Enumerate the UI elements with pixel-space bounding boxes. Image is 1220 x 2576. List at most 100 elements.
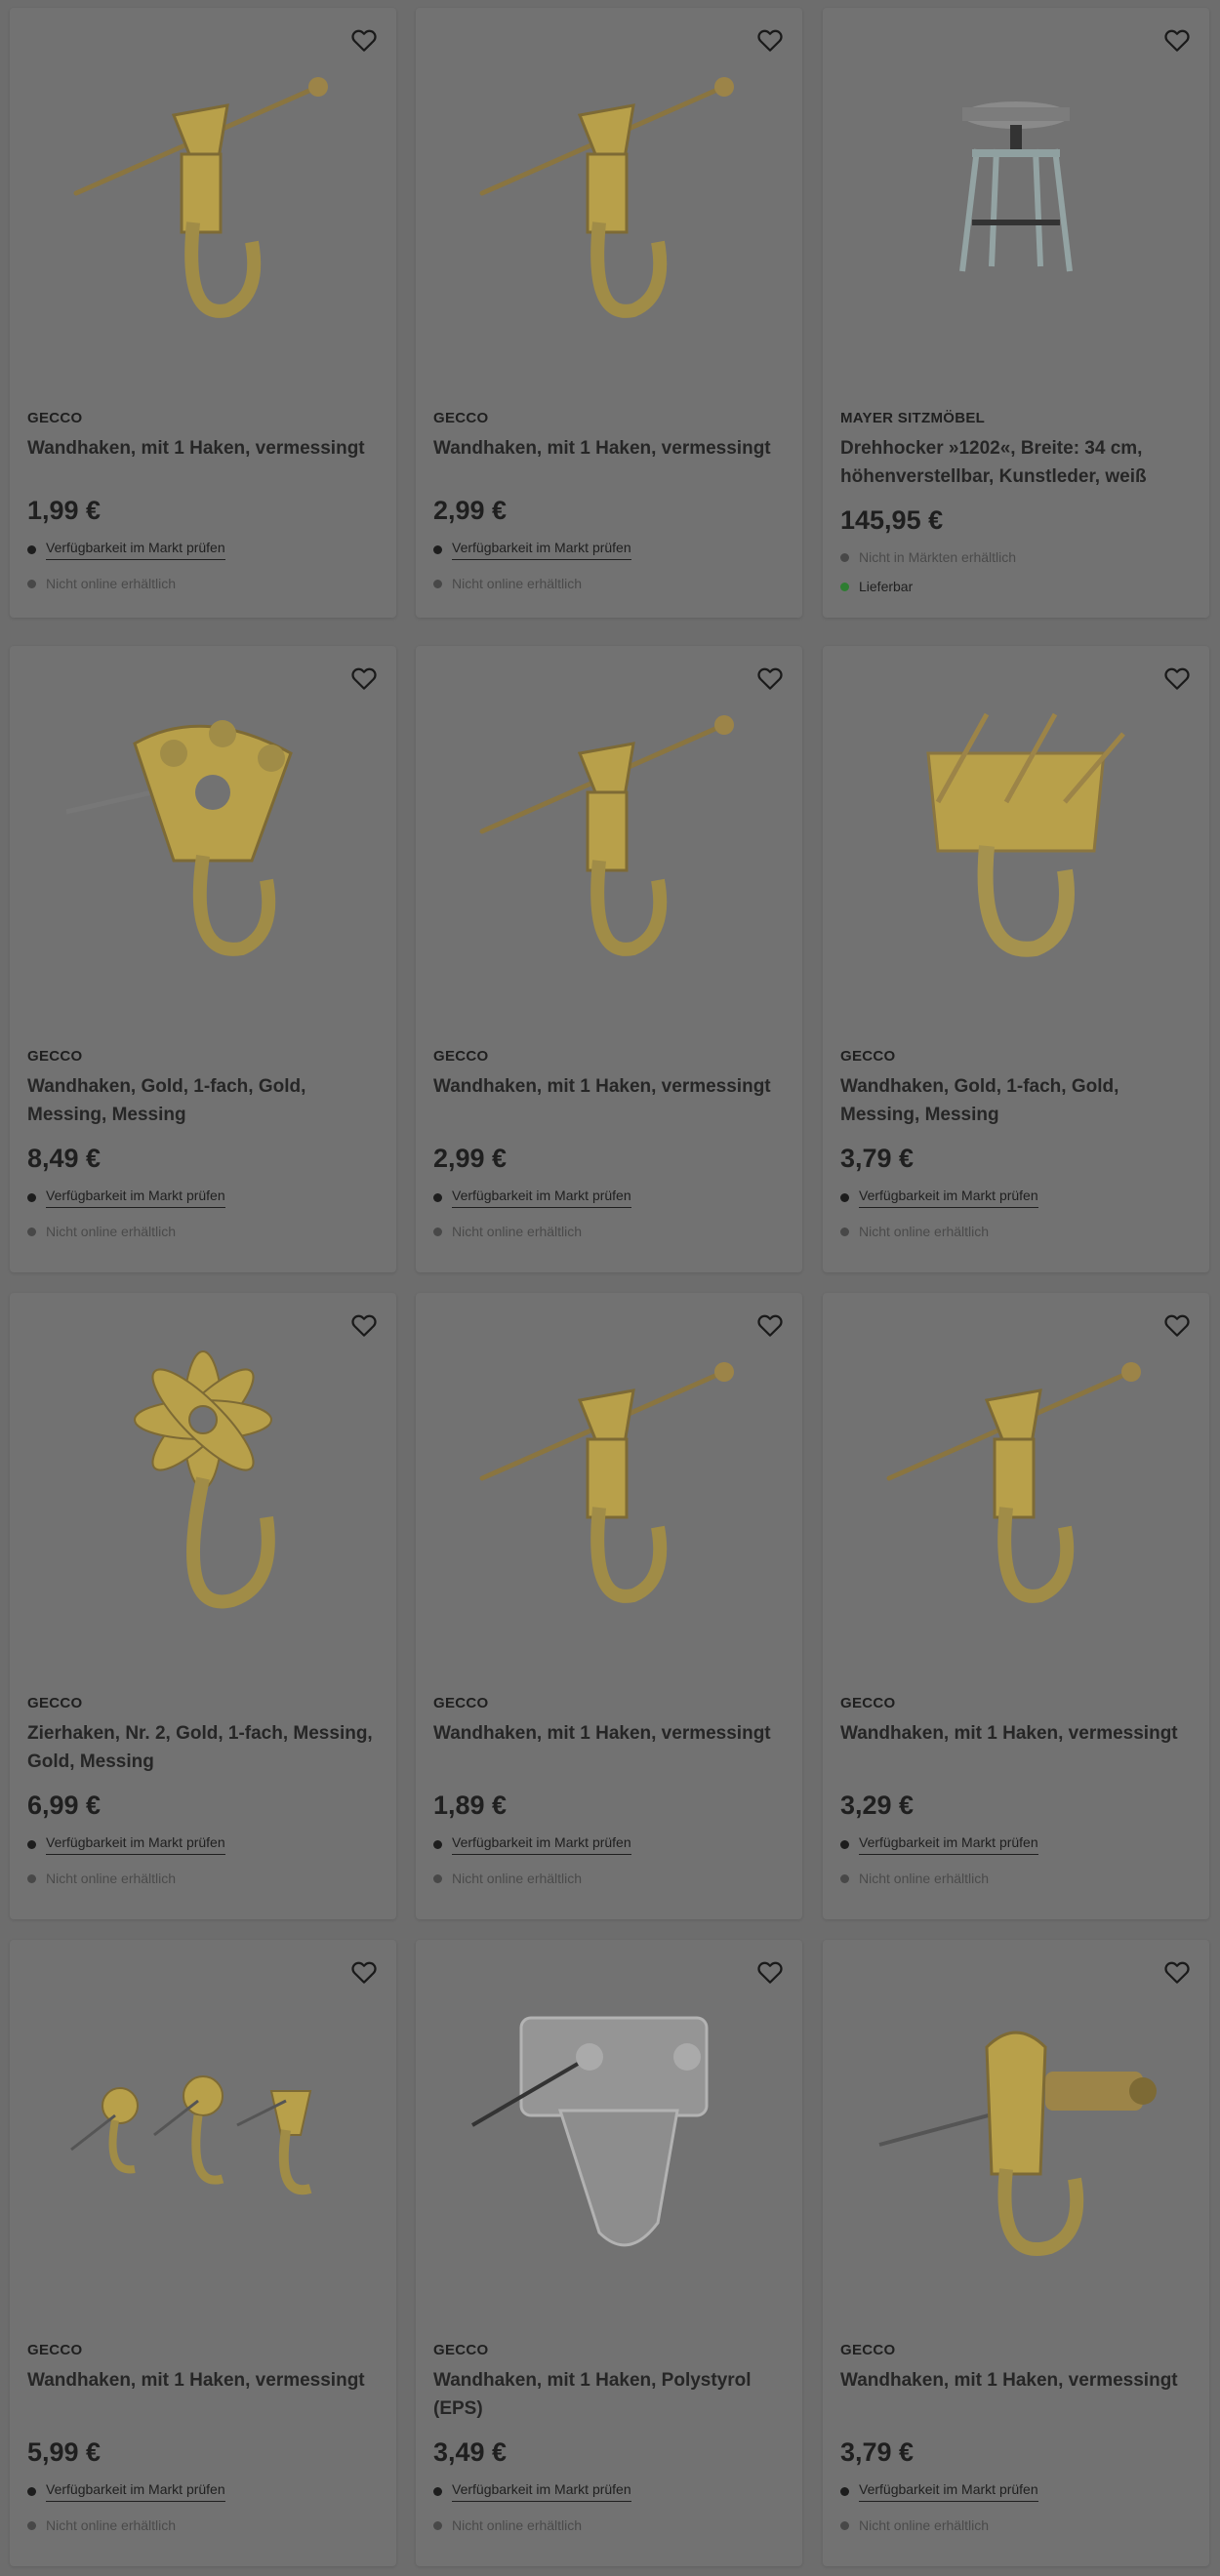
product-price: 6,99 €: [27, 1791, 102, 1820]
availability-line-1[interactable]: Verfügbarkeit im Markt prüfen: [27, 2481, 225, 2502]
product-title[interactable]: Wandhaken, mit 1 Haken, vermessingt: [433, 1072, 785, 1129]
check-store-availability-link[interactable]: Verfügbarkeit im Markt prüfen: [46, 1834, 225, 1855]
check-store-availability-link[interactable]: Verfügbarkeit im Markt prüfen: [859, 2481, 1038, 2502]
check-store-availability-link[interactable]: Verfügbarkeit im Markt prüfen: [46, 540, 225, 560]
availability-line-1[interactable]: Verfügbarkeit im Markt prüfen: [433, 540, 631, 560]
check-store-availability-link[interactable]: Verfügbarkeit im Markt prüfen: [859, 1187, 1038, 1208]
product-card[interactable]: GECCO Wandhaken, mit 1 Haken, vermessing…: [416, 1293, 802, 1919]
heart-icon[interactable]: [347, 1308, 381, 1342]
product-title[interactable]: Zierhaken, Nr. 2, Gold, 1-fach, Messing,…: [27, 1719, 379, 1776]
product-title[interactable]: Wandhaken, mit 1 Haken, vermessingt: [27, 434, 379, 491]
availability-line-1[interactable]: Verfügbarkeit im Markt prüfen: [840, 1187, 1038, 1208]
check-store-availability-link[interactable]: Verfügbarkeit im Markt prüfen: [452, 1834, 631, 1855]
product-title[interactable]: Wandhaken, mit 1 Haken, vermessingt: [840, 1719, 1192, 1776]
availability-line-1[interactable]: Verfügbarkeit im Markt prüfen: [27, 540, 225, 560]
product-card[interactable]: GECCO Wandhaken, Gold, 1-fach, Gold, Mes…: [10, 646, 396, 1272]
product-card[interactable]: GECCO Wandhaken, mit 1 Haken, vermessing…: [10, 1940, 396, 2566]
product-image[interactable]: [823, 1293, 1209, 1664]
availability-line-1[interactable]: Verfügbarkeit im Markt prüfen: [433, 2481, 631, 2502]
product-image[interactable]: [10, 1293, 396, 1664]
online-availability-text: Nicht online erhältlich: [859, 2517, 990, 2533]
product-brand: GECCO: [433, 2342, 489, 2358]
check-store-availability-link[interactable]: Verfügbarkeit im Markt prüfen: [46, 2481, 225, 2502]
availability-line-1[interactable]: Verfügbarkeit im Markt prüfen: [840, 2481, 1038, 2502]
product-image[interactable]: [10, 8, 396, 379]
check-store-availability-link[interactable]: Verfügbarkeit im Markt prüfen: [452, 540, 631, 560]
product-image[interactable]: [10, 1940, 396, 2311]
heart-icon[interactable]: [753, 662, 787, 695]
product-card[interactable]: GECCO Wandhaken, mit 1 Haken, Polystyrol…: [416, 1940, 802, 2566]
heart-icon[interactable]: [347, 23, 381, 57]
product-image[interactable]: [416, 8, 802, 379]
status-dot: [27, 1840, 36, 1849]
product-image[interactable]: [823, 8, 1209, 379]
product-card[interactable]: GECCO Zierhaken, Nr. 2, Gold, 1-fach, Me…: [10, 1293, 396, 1919]
heart-icon[interactable]: [1160, 662, 1194, 695]
check-store-availability-link[interactable]: Verfügbarkeit im Markt prüfen: [46, 1187, 225, 1208]
product-price: 145,95 €: [840, 505, 944, 535]
availability-line-1[interactable]: Verfügbarkeit im Markt prüfen: [840, 1834, 1038, 1855]
heart-icon[interactable]: [1160, 23, 1194, 57]
status-dot: [840, 1840, 849, 1849]
product-title[interactable]: Wandhaken, mit 1 Haken, Polystyrol (EPS): [433, 2366, 785, 2423]
availability-line-1[interactable]: Verfügbarkeit im Markt prüfen: [27, 1834, 225, 1855]
availability-line-2: Nicht online erhältlich: [27, 576, 176, 591]
product-image[interactable]: [416, 1940, 802, 2311]
product-brand: GECCO: [433, 410, 489, 426]
status-dot: [433, 579, 442, 588]
product-card[interactable]: GECCO Wandhaken, Gold, 1-fach, Gold, Mes…: [823, 646, 1209, 1272]
heart-icon[interactable]: [1160, 1308, 1194, 1342]
availability-line-2: Nicht online erhältlich: [27, 2517, 176, 2533]
product-grid: GECCO Wandhaken, mit 1 Haken, vermessing…: [0, 0, 1220, 2576]
heart-icon[interactable]: [753, 1308, 787, 1342]
status-dot: [433, 545, 442, 554]
product-price: 5,99 €: [27, 2437, 102, 2467]
product-card[interactable]: GECCO Wandhaken, mit 1 Haken, vermessing…: [823, 1293, 1209, 1919]
availability-line-1[interactable]: Verfügbarkeit im Markt prüfen: [433, 1834, 631, 1855]
product-image[interactable]: [416, 646, 802, 1017]
availability-line-2: Nicht online erhältlich: [433, 1224, 582, 1239]
heart-icon[interactable]: [347, 1955, 381, 1989]
product-image[interactable]: [416, 1293, 802, 1664]
check-store-availability-link[interactable]: Verfügbarkeit im Markt prüfen: [452, 1187, 631, 1208]
product-title[interactable]: Wandhaken, mit 1 Haken, vermessingt: [433, 1719, 785, 1776]
heart-icon[interactable]: [1160, 1955, 1194, 1989]
product-price: 3,79 €: [840, 2437, 915, 2467]
status-dot: [27, 545, 36, 554]
online-availability-text: Nicht online erhältlich: [46, 1224, 177, 1239]
heart-icon[interactable]: [753, 1955, 787, 1989]
product-price: 1,89 €: [433, 1791, 508, 1820]
online-availability-text: Nicht online erhältlich: [859, 1871, 990, 1886]
check-store-availability-link[interactable]: Verfügbarkeit im Markt prüfen: [452, 2481, 631, 2502]
product-price: 3,29 €: [840, 1791, 915, 1820]
product-title[interactable]: Drehhocker »1202«, Breite: 34 cm, höhenv…: [840, 434, 1192, 491]
availability-line-2: Nicht online erhältlich: [27, 1871, 176, 1886]
product-brand: MAYER SITZMÖBEL: [840, 410, 986, 426]
product-card[interactable]: GECCO Wandhaken, mit 1 Haken, vermessing…: [823, 1940, 1209, 2566]
product-title[interactable]: Wandhaken, mit 1 Haken, vermessingt: [433, 434, 785, 491]
status-dot: [840, 2520, 849, 2530]
availability-line-2: Nicht online erhältlich: [840, 1871, 989, 1886]
product-card[interactable]: MAYER SITZMÖBEL Drehhocker »1202«, Breit…: [823, 8, 1209, 618]
product-card[interactable]: GECCO Wandhaken, mit 1 Haken, vermessing…: [416, 646, 802, 1272]
product-title[interactable]: Wandhaken, Gold, 1-fach, Gold, Messing, …: [27, 1072, 379, 1129]
availability-line-1[interactable]: Verfügbarkeit im Markt prüfen: [27, 1187, 225, 1208]
status-dot: [433, 1873, 442, 1883]
product-card[interactable]: GECCO Wandhaken, mit 1 Haken, vermessing…: [10, 8, 396, 618]
online-availability-text: Nicht online erhältlich: [859, 1224, 990, 1239]
availability-line-1[interactable]: Verfügbarkeit im Markt prüfen: [433, 1187, 631, 1208]
product-title[interactable]: Wandhaken, mit 1 Haken, vermessingt: [840, 2366, 1192, 2423]
check-store-availability-link[interactable]: Verfügbarkeit im Markt prüfen: [859, 1834, 1038, 1855]
heart-icon[interactable]: [753, 23, 787, 57]
heart-icon[interactable]: [347, 662, 381, 695]
status-dot: [840, 1227, 849, 1236]
product-card[interactable]: GECCO Wandhaken, mit 1 Haken, vermessing…: [416, 8, 802, 618]
online-availability-text: Lieferbar: [859, 579, 914, 594]
product-brand: GECCO: [27, 410, 83, 426]
product-title[interactable]: Wandhaken, mit 1 Haken, vermessingt: [27, 2366, 379, 2423]
product-title[interactable]: Wandhaken, Gold, 1-fach, Gold, Messing, …: [840, 1072, 1192, 1129]
product-image[interactable]: [823, 646, 1209, 1017]
status-dot: [27, 2487, 36, 2496]
product-image[interactable]: [10, 646, 396, 1017]
product-image[interactable]: [823, 1940, 1209, 2311]
